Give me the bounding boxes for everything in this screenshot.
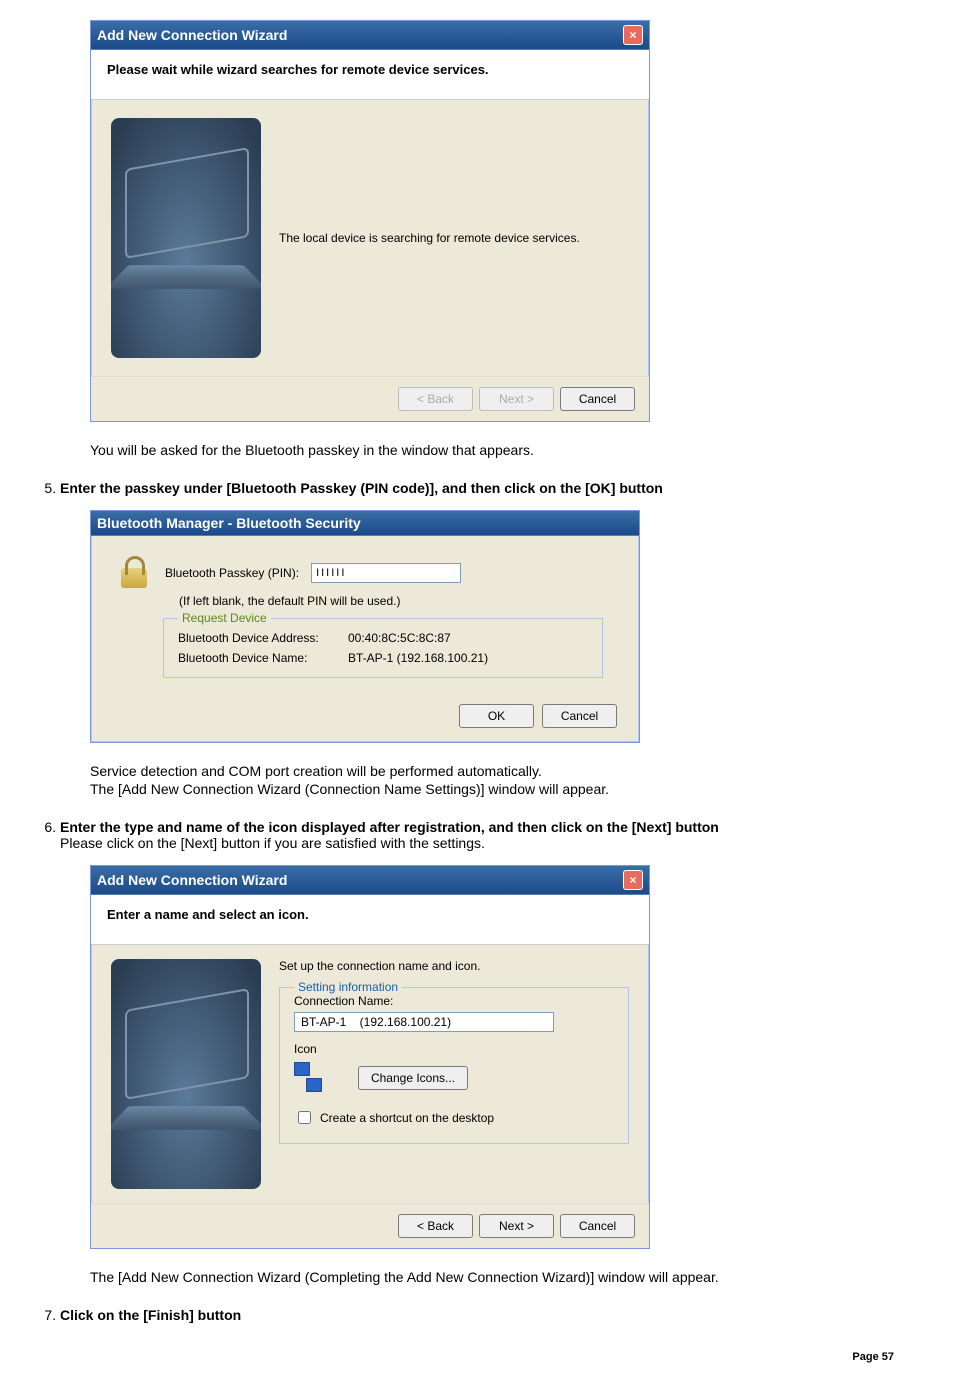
step-6: Enter the type and name of the icon disp… [60, 819, 924, 851]
doc-text-after-wizard2: The [Add New Connection Wizard (Completi… [90, 1269, 924, 1285]
wizard-header: Enter a name and select an icon. [91, 895, 649, 945]
wizard-name-icon-window: Add New Connection Wizard × Enter a name… [90, 865, 650, 1249]
wizard-searching-window: Add New Connection Wizard × Please wait … [90, 20, 650, 422]
passkey-row: Bluetooth Passkey (PIN): [115, 554, 615, 592]
passkey-input[interactable] [311, 563, 461, 583]
step-5-text: Enter the passkey under [Bluetooth Passk… [60, 480, 663, 496]
laptop-illustration [111, 959, 261, 1189]
cancel-button[interactable]: Cancel [560, 387, 635, 411]
ok-button[interactable]: OK [459, 704, 534, 728]
icon-row: Change Icons... [294, 1062, 614, 1094]
device-address-row: Bluetooth Device Address: 00:40:8C:5C:8C… [178, 631, 588, 645]
doc-text-after-sec1: Service detection and COM port creation … [90, 763, 924, 779]
security-body: Bluetooth Passkey (PIN): (If left blank,… [91, 536, 639, 698]
close-icon[interactable]: × [623, 870, 643, 890]
name-label: Bluetooth Device Name: [178, 651, 348, 665]
close-icon[interactable]: × [623, 25, 643, 45]
laptop-illustration [111, 118, 261, 358]
bt-security-window: Bluetooth Manager - Bluetooth Security B… [90, 510, 640, 743]
wizard-body: Set up the connection name and icon. Set… [91, 945, 649, 1203]
window-title: Bluetooth Manager - Bluetooth Security [97, 515, 361, 531]
shortcut-checkbox[interactable] [298, 1111, 311, 1124]
network-icon [294, 1062, 330, 1094]
next-button: Next > [479, 387, 554, 411]
device-name-row: Bluetooth Device Name: BT-AP-1 (192.168.… [178, 651, 588, 665]
wizard-header: Please wait while wizard searches for re… [91, 50, 649, 100]
window-title: Add New Connection Wizard [97, 27, 287, 43]
titlebar: Add New Connection Wizard × [91, 21, 649, 50]
lock-icon [115, 554, 153, 592]
step-5: Enter the passkey under [Bluetooth Passk… [60, 480, 924, 496]
name-value: BT-AP-1 (192.168.100.21) [348, 651, 488, 665]
window-title: Add New Connection Wizard [97, 872, 287, 888]
shortcut-checkbox-row[interactable]: Create a shortcut on the desktop [294, 1108, 614, 1127]
setup-message: Set up the connection name and icon. [279, 959, 629, 973]
request-device-group: Request Device Bluetooth Device Address:… [163, 618, 603, 678]
titlebar: Bluetooth Manager - Bluetooth Security [91, 511, 639, 536]
back-button: < Back [398, 387, 473, 411]
group-legend: Request Device [178, 611, 271, 625]
wizard-body: The local device is searching for remote… [91, 100, 649, 376]
doc-text-after-wizard1: You will be asked for the Bluetooth pass… [90, 442, 924, 458]
group-legend: Setting information [294, 980, 402, 994]
page-footer: Page 57 [852, 1351, 894, 1363]
next-button[interactable]: Next > [479, 1214, 554, 1238]
shortcut-label: Create a shortcut on the desktop [320, 1111, 494, 1125]
passkey-hint: (If left blank, the default PIN will be … [179, 594, 615, 608]
button-row: OK Cancel [91, 698, 639, 742]
address-label: Bluetooth Device Address: [178, 631, 348, 645]
step-7-text: Click on the [Finish] button [60, 1307, 241, 1323]
icon-label: Icon [294, 1042, 614, 1056]
step-7: Click on the [Finish] button [60, 1307, 924, 1323]
cancel-button[interactable]: Cancel [560, 1214, 635, 1238]
right-panel: Set up the connection name and icon. Set… [279, 959, 629, 1189]
cancel-button[interactable]: Cancel [542, 704, 617, 728]
step-6-sub: Please click on the [Next] button if you… [60, 835, 485, 851]
connection-name-input[interactable] [294, 1012, 554, 1032]
titlebar: Add New Connection Wizard × [91, 866, 649, 895]
button-row: < Back Next > Cancel [91, 376, 649, 421]
connection-name-label: Connection Name: [294, 994, 614, 1008]
passkey-label: Bluetooth Passkey (PIN): [165, 566, 299, 580]
address-value: 00:40:8C:5C:8C:87 [348, 631, 451, 645]
change-icons-button[interactable]: Change Icons... [358, 1066, 468, 1090]
back-button[interactable]: < Back [398, 1214, 473, 1238]
step-6-text: Enter the type and name of the icon disp… [60, 819, 719, 835]
button-row: < Back Next > Cancel [91, 1203, 649, 1248]
status-message: The local device is searching for remote… [279, 231, 580, 245]
doc-text-after-sec2: The [Add New Connection Wizard (Connecti… [90, 781, 924, 797]
setting-information-group: Setting information Connection Name: Ico… [279, 987, 629, 1144]
